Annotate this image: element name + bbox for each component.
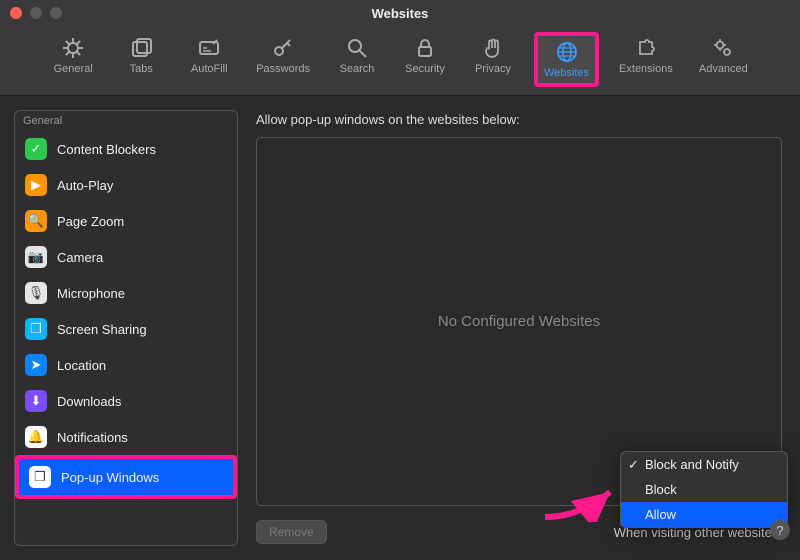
sidebar-item-location[interactable]: ➤ Location [15,347,237,383]
toolbar-tab-label: Search [340,63,375,75]
preferences-toolbar: General Tabs AutoFill Passwords Search Securi… [0,26,800,96]
dropdown-option-block[interactable]: Block [621,477,787,502]
puzzle-icon [634,36,658,60]
toolbar-tab-label: Extensions [619,63,673,75]
websites-sidebar: General ✓ Content Blockers ▶ Auto-Play 🔍 Page… [14,110,238,546]
sidebar-item-screen-sharing[interactable]: ❐ Screen Sharing [15,311,237,347]
search-icon [345,36,369,60]
sidebar-item-downloads[interactable]: ⬇ Downloads [15,383,237,419]
key-icon [271,36,295,60]
sidebar-item-label: Screen Sharing [57,322,147,337]
remove-button: Remove [256,520,327,544]
sidebar-item-label: Pop-up Windows [61,470,159,485]
autofill-icon [197,36,221,60]
toolbar-tab-label: AutoFill [191,63,228,75]
other-websites-dropdown[interactable]: Block and NotifyBlockAllow [620,451,788,528]
toolbar-tab-label: Privacy [475,63,511,75]
toolbar-tab-label: Passwords [256,63,310,75]
toolbar-tab-privacy[interactable]: Privacy [466,32,520,87]
tabs-icon [129,36,153,60]
help-button[interactable]: ? [770,520,790,540]
toolbar-tab-passwords[interactable]: Passwords [250,32,316,87]
zoom-window-button[interactable] [50,7,62,19]
sidebar-item-label: Page Zoom [57,214,124,229]
minimize-window-button[interactable] [30,7,42,19]
sidebar-item-icon: 🔍 [25,210,47,232]
sidebar-item-icon: 🎙 [25,282,47,304]
sidebar-item-microphone[interactable]: 🎙 Microphone [15,275,237,311]
toolbar-tab-label: Security [405,63,445,75]
toolbar-tab-security[interactable]: Security [398,32,452,87]
sidebar-item-icon: ➤ [25,354,47,376]
sidebar-item-label: Microphone [57,286,125,301]
window-controls [10,7,62,19]
hand-icon [481,36,505,60]
sidebar-item-icon: ▶ [25,174,47,196]
sidebar-item-icon: ❐ [25,318,47,340]
toolbar-tab-extensions[interactable]: Extensions [613,32,679,87]
sidebar-section-header: General [15,111,237,131]
sidebar-item-page-zoom[interactable]: 🔍 Page Zoom [15,203,237,239]
toolbar-tab-label: Websites [544,67,589,79]
globe-icon [555,40,579,64]
sidebar-item-label: Camera [57,250,103,265]
toolbar-tab-websites[interactable]: Websites [534,32,599,87]
gears-icon [711,36,735,60]
lock-icon [413,36,437,60]
sidebar-item-icon: 📷 [25,246,47,268]
toolbar-tab-search[interactable]: Search [330,32,384,87]
sidebar-item-icon: ✓ [25,138,47,160]
toolbar-tab-tabs[interactable]: Tabs [114,32,168,87]
toolbar-tab-autofill[interactable]: AutoFill [182,32,236,87]
sidebar-item-label: Location [57,358,106,373]
dropdown-option-allow[interactable]: Allow [621,502,787,527]
sidebar-item-label: Content Blockers [57,142,156,157]
gear-icon [61,36,85,60]
toolbar-tab-advanced[interactable]: Advanced [693,32,754,87]
sidebar-item-icon: ⬇ [25,390,47,412]
toolbar-tab-label: General [54,63,93,75]
sidebar-item-icon: ❐ [29,466,51,488]
sidebar-item-content-blockers[interactable]: ✓ Content Blockers [15,131,237,167]
sidebar-item-auto-play[interactable]: ▶ Auto-Play [15,167,237,203]
close-window-button[interactable] [10,7,22,19]
toolbar-tab-label: Advanced [699,63,748,75]
sidebar-item-notifications[interactable]: 🔔 Notifications [15,419,237,455]
sidebar-item-icon: 🔔 [25,426,47,448]
sidebar-item-camera[interactable]: 📷 Camera [15,239,237,275]
main-heading: Allow pop-up windows on the websites bel… [256,112,782,127]
sidebar-item-label: Downloads [57,394,121,409]
empty-state-text: No Configured Websites [438,313,600,330]
sidebar-item-label: Notifications [57,430,128,445]
dropdown-option-block-and-notify[interactable]: Block and Notify [621,452,787,477]
titlebar: Websites [0,0,800,26]
toolbar-tab-label: Tabs [130,63,153,75]
toolbar-tab-general[interactable]: General [46,32,100,87]
sidebar-item-pop-up-windows[interactable]: ❐ Pop-up Windows [15,455,237,499]
window-title: Websites [372,6,429,21]
sidebar-item-label: Auto-Play [57,178,113,193]
